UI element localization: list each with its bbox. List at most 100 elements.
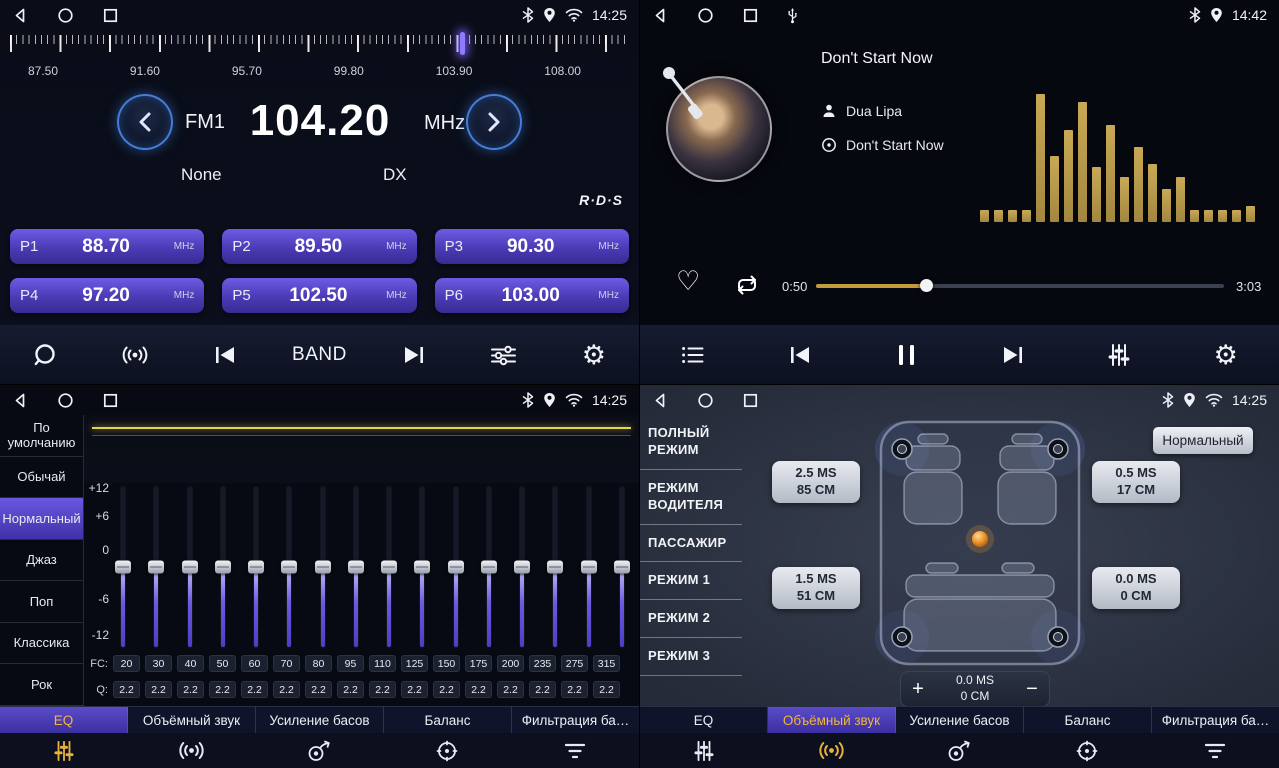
- balance-icon[interactable]: [383, 733, 511, 768]
- surround-sound-icon[interactable]: [128, 733, 256, 768]
- home-icon[interactable]: [57, 392, 74, 409]
- slider-handle[interactable]: [547, 561, 563, 574]
- decrease-delay-button[interactable]: −: [1015, 672, 1049, 706]
- settings-gear-icon[interactable]: ⚙: [1203, 332, 1249, 378]
- home-icon[interactable]: [697, 7, 714, 24]
- balance-icon[interactable]: [1023, 733, 1151, 768]
- pause-icon[interactable]: [883, 332, 929, 378]
- slider-handle[interactable]: [481, 561, 497, 574]
- preset-button-p5[interactable]: P5102.50MHz: [222, 278, 416, 313]
- repeat-icon[interactable]: [732, 273, 762, 302]
- eq-preset-option-2[interactable]: Нормальный: [0, 498, 83, 540]
- tab-bass-boost[interactable]: Усиление басов: [896, 707, 1024, 733]
- recents-icon[interactable]: [742, 7, 759, 24]
- slider-handle[interactable]: [248, 561, 264, 574]
- surround-mode-0[interactable]: ПОЛНЫЙ РЕЖИМ: [640, 415, 742, 470]
- eq-band-slider[interactable]: [181, 487, 199, 647]
- tab-surround-sound[interactable]: Объёмный звук: [128, 707, 256, 733]
- band-button[interactable]: BAND: [292, 332, 347, 378]
- slider-handle[interactable]: [182, 561, 198, 574]
- eq-band-slider[interactable]: [247, 487, 265, 647]
- recents-icon[interactable]: [742, 392, 759, 409]
- seek-up-button[interactable]: [466, 94, 522, 150]
- seek-down-button[interactable]: [117, 94, 173, 150]
- back-icon[interactable]: [652, 7, 669, 24]
- broadcast-icon[interactable]: [112, 332, 158, 378]
- slider-handle[interactable]: [581, 561, 597, 574]
- settings-gear-icon[interactable]: ⚙: [571, 332, 617, 378]
- next-station-icon[interactable]: [391, 332, 437, 378]
- eq-preset-option-6[interactable]: Рок: [0, 664, 83, 706]
- eq-preset-option-1[interactable]: Обычай: [0, 457, 83, 499]
- surround-sound-icon[interactable]: [768, 733, 896, 768]
- previous-station-icon[interactable]: [202, 332, 248, 378]
- slider-handle[interactable]: [414, 561, 430, 574]
- home-icon[interactable]: [57, 7, 74, 24]
- eq-preset-option-5[interactable]: Классика: [0, 623, 83, 665]
- seek-knob[interactable]: [920, 279, 933, 292]
- bass-boost-icon[interactable]: [896, 733, 1024, 768]
- eq-band-slider[interactable]: [314, 487, 332, 647]
- tab-bass-boost[interactable]: Усиление басов: [256, 707, 384, 733]
- slider-handle[interactable]: [315, 561, 331, 574]
- preset-button-p4[interactable]: P497.20MHz: [10, 278, 204, 313]
- eq-band-slider[interactable]: [114, 487, 132, 647]
- slider-handle[interactable]: [448, 561, 464, 574]
- eq-band-slider[interactable]: [480, 487, 498, 647]
- slider-handle[interactable]: [614, 561, 630, 574]
- tab-crossover-filter[interactable]: Фильтрация ба…: [1152, 707, 1279, 733]
- scan-search-icon[interactable]: [22, 332, 68, 378]
- surround-mode-2[interactable]: ПАССАЖИР: [640, 525, 742, 563]
- equalizer-icon[interactable]: [1096, 332, 1142, 378]
- eq-band-slider[interactable]: [546, 487, 564, 647]
- eq-band-slider[interactable]: [513, 487, 531, 647]
- eq-band-slider[interactable]: [147, 487, 165, 647]
- bass-boost-icon[interactable]: [256, 733, 384, 768]
- playlist-icon[interactable]: [670, 332, 716, 378]
- back-icon[interactable]: [12, 392, 29, 409]
- increase-delay-button[interactable]: +: [901, 672, 935, 706]
- slider-handle[interactable]: [148, 561, 164, 574]
- eq-band-slider[interactable]: [413, 487, 431, 647]
- preset-button-p1[interactable]: P188.70MHz: [10, 229, 204, 264]
- eq-sliders-icon[interactable]: [0, 733, 128, 768]
- eq-band-slider[interactable]: [580, 487, 598, 647]
- home-icon[interactable]: [697, 392, 714, 409]
- back-icon[interactable]: [652, 392, 669, 409]
- tab-balance[interactable]: Баланс: [384, 707, 512, 733]
- tab-balance[interactable]: Баланс: [1024, 707, 1152, 733]
- eq-band-slider[interactable]: [380, 487, 398, 647]
- crossover-filter-icon[interactable]: [511, 733, 639, 768]
- recents-icon[interactable]: [102, 392, 119, 409]
- next-track-icon[interactable]: [990, 332, 1036, 378]
- tuner-settings-icon[interactable]: [481, 332, 527, 378]
- eq-band-slider[interactable]: [214, 487, 232, 647]
- surround-mode-4[interactable]: РЕЖИМ 2: [640, 600, 742, 638]
- surround-mode-1[interactable]: РЕЖИМ ВОДИТЕЛЯ: [640, 470, 742, 525]
- eq-preset-option-0[interactable]: По умолчанию: [0, 415, 83, 457]
- slider-handle[interactable]: [514, 561, 530, 574]
- tab-crossover-filter[interactable]: Фильтрация ба…: [512, 707, 639, 733]
- slider-handle[interactable]: [348, 561, 364, 574]
- slider-handle[interactable]: [215, 561, 231, 574]
- slider-handle[interactable]: [281, 561, 297, 574]
- eq-band-slider[interactable]: [613, 487, 631, 647]
- eq-preset-option-3[interactable]: Джаз: [0, 540, 83, 582]
- crossover-filter-icon[interactable]: [1151, 733, 1279, 768]
- eq-band-slider[interactable]: [280, 487, 298, 647]
- eq-preset-option-4[interactable]: Поп: [0, 581, 83, 623]
- eq-band-slider[interactable]: [347, 487, 365, 647]
- seek-slider[interactable]: [816, 284, 1224, 288]
- surround-mode-3[interactable]: РЕЖИМ 1: [640, 562, 742, 600]
- sound-preset-button[interactable]: Нормальный: [1153, 427, 1253, 454]
- slider-handle[interactable]: [115, 561, 131, 574]
- surround-mode-5[interactable]: РЕЖИМ 3: [640, 638, 742, 676]
- eq-sliders-icon[interactable]: [640, 733, 768, 768]
- tab-eq-sliders[interactable]: EQ: [0, 707, 128, 733]
- previous-track-icon[interactable]: [777, 332, 823, 378]
- eq-band-slider[interactable]: [447, 487, 465, 647]
- tab-eq-sliders[interactable]: EQ: [640, 707, 768, 733]
- preset-button-p2[interactable]: P289.50MHz: [222, 229, 416, 264]
- preset-button-p3[interactable]: P390.30MHz: [435, 229, 629, 264]
- back-icon[interactable]: [12, 7, 29, 24]
